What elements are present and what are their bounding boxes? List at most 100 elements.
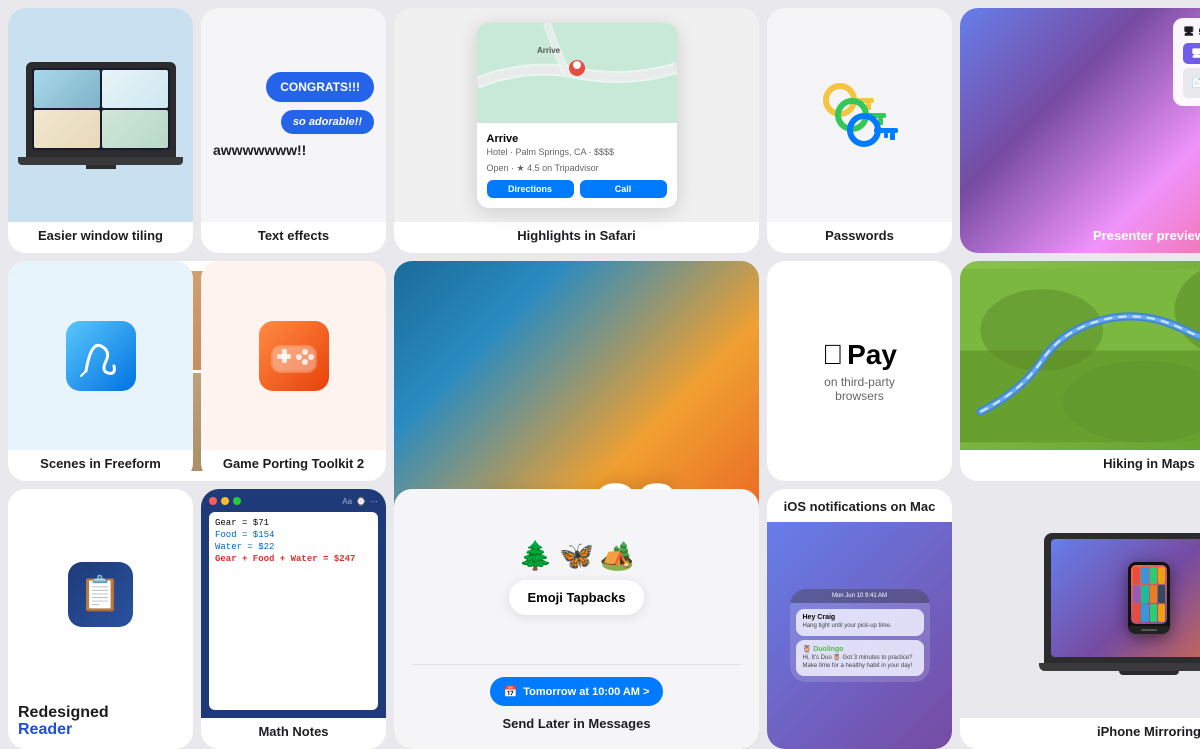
app-icon-8 bbox=[1158, 585, 1165, 603]
card-reader: 📋 Redesigned Reader bbox=[8, 489, 193, 749]
reader-label-reader: Reader bbox=[18, 721, 109, 739]
tree-emoji: 🌲 bbox=[518, 539, 553, 572]
location-title: Arrive bbox=[487, 133, 667, 145]
presenter-preview: 🖥 50% 🖥 Share This Window 📄 Share All Pa… bbox=[960, 8, 1200, 222]
win-dot-red bbox=[209, 497, 217, 505]
safari-label: Highlights in Safari bbox=[509, 222, 643, 253]
send-later-label: Send Later in Messages bbox=[502, 714, 650, 737]
card-safari: Arrive Arrive Hotel · Palm Springs, CA ·… bbox=[394, 8, 759, 253]
freeform-icon-svg bbox=[66, 321, 136, 391]
laptop-illustration bbox=[18, 62, 183, 169]
iphone-mirroring-label: iPhone Mirroring bbox=[1089, 718, 1200, 749]
card-freeform: Scenes in Freeform bbox=[8, 261, 193, 481]
math-line-1: Gear = $71 bbox=[215, 518, 372, 528]
math-label: Math Notes bbox=[250, 718, 336, 749]
phone-screen-grid bbox=[1131, 565, 1167, 624]
hiking-preview bbox=[960, 261, 1200, 450]
butterfly-emoji: 🦋 bbox=[559, 539, 594, 572]
calendar-icon: 📅 bbox=[504, 685, 518, 698]
share-window-btn[interactable]: 🖥 Share This Window bbox=[1183, 43, 1200, 64]
notif1-title: Hey Craig bbox=[803, 614, 917, 621]
laptop2-frame bbox=[1044, 533, 1200, 663]
game-porting-label: Game Porting Toolkit 2 bbox=[215, 450, 372, 481]
card-game-porting: Game Porting Toolkit 2 bbox=[201, 261, 386, 481]
adorable-bubble: so adorable!! bbox=[281, 110, 374, 134]
laptop-notch bbox=[86, 165, 116, 169]
directions-btn[interactable]: Directions bbox=[487, 180, 574, 198]
math-line-3: Water = $22 bbox=[215, 542, 372, 552]
screen-tile-4 bbox=[102, 110, 168, 148]
app-icon-11 bbox=[1150, 604, 1157, 622]
share-icon: 🖥 bbox=[1191, 48, 1200, 59]
freeform-label: Scenes in Freeform bbox=[32, 450, 169, 481]
card-iphone-mirroring: iPhone Mirroring bbox=[960, 489, 1200, 749]
tomorrow-btn[interactable]: 📅 Tomorrow at 10:00 AM > bbox=[490, 677, 664, 706]
safari-btn-row: Directions Call bbox=[487, 180, 667, 198]
ios-notif-header-label: iOS notifications on Mac bbox=[776, 489, 944, 522]
safari-info: Arrive Hotel · Palm Springs, CA · $$$$ O… bbox=[477, 123, 677, 208]
notif1-body: Hang tight until your pick-up time. bbox=[803, 623, 917, 631]
laptop2-notch bbox=[1119, 671, 1179, 675]
emoji-content: 🌲 🦋 🏕️ Emoji Tapbacks bbox=[497, 489, 655, 664]
send-later-content: 📅 Tomorrow at 10:00 AM > Send Later in M… bbox=[478, 665, 676, 749]
card-emoji-sendlater: 🌲 🦋 🏕️ Emoji Tapbacks 📅 Tomorrow at 10:0… bbox=[394, 489, 759, 749]
ios-notif-1: Hey Craig Hang tight until your pick-up … bbox=[796, 609, 924, 636]
math-line-2: Food = $154 bbox=[215, 530, 372, 540]
tiling-label: Easier window tiling bbox=[30, 222, 171, 253]
win-dot-yellow bbox=[221, 497, 229, 505]
laptop-phone-setup bbox=[1039, 533, 1200, 675]
passwords-label: Passwords bbox=[817, 222, 902, 253]
card-presenter: 🖥 50% 🖥 Share This Window 📄 Share All Pa… bbox=[960, 8, 1200, 253]
apple-icon:  bbox=[822, 339, 843, 371]
congrats-bubble: CONGRATS!!! bbox=[266, 72, 374, 102]
tent-emoji: 🏕️ bbox=[600, 539, 635, 572]
laptop-base bbox=[18, 157, 183, 165]
screen-tile-3 bbox=[34, 110, 100, 148]
app-icon-2 bbox=[1141, 567, 1148, 585]
card-applepay:  Pay on third-partybrowsers bbox=[767, 261, 952, 481]
ios-notif-2: 🦉 Duolingo Hi, It's Duo 🦉 Got 3 minutes … bbox=[796, 640, 924, 676]
applepay-content:  Pay on third-partybrowsers bbox=[767, 261, 952, 481]
ios-status-bar: Mon Jun 10 9:41 AM bbox=[790, 589, 930, 603]
app-icon-4 bbox=[1158, 567, 1165, 585]
game-porting-preview bbox=[201, 261, 386, 450]
share-all-btn[interactable]: 📄 Share All Pages Windows bbox=[1183, 68, 1200, 98]
laptop2-screen bbox=[1051, 539, 1200, 657]
app-icon-5 bbox=[1133, 585, 1140, 603]
awww-text: awwwwwww!! bbox=[213, 142, 306, 158]
safari-preview: Arrive Arrive Hotel · Palm Springs, CA ·… bbox=[394, 8, 759, 222]
map-svg: Arrive bbox=[477, 23, 677, 123]
presenter-icon: 🖥 bbox=[1183, 26, 1194, 37]
card-tiling: Easier window tiling bbox=[8, 8, 193, 253]
safari-map: Arrive bbox=[477, 23, 677, 123]
app-icon-1 bbox=[1133, 567, 1140, 585]
ios-phone-frame: Mon Jun 10 9:41 AM Hey Craig Hang tight … bbox=[790, 589, 930, 681]
presenter-label: Presenter preview bbox=[1085, 222, 1200, 253]
math-preview: Aa⌚⋯ Gear = $71 Food = $154 Water = $22 … bbox=[201, 489, 386, 718]
ios-notif-list: Hey Craig Hang tight until your pick-up … bbox=[790, 603, 930, 681]
share-all-icon: 📄 bbox=[1191, 78, 1200, 89]
win-dot-green bbox=[233, 497, 241, 505]
presenter-popup: 🖥 50% 🖥 Share This Window 📄 Share All Pa… bbox=[1173, 18, 1200, 106]
passwords-preview bbox=[767, 8, 952, 222]
app-icon-6 bbox=[1141, 585, 1148, 603]
laptop2-base bbox=[1039, 663, 1200, 671]
game-porting-icon-svg bbox=[259, 321, 329, 391]
location-rating: Open · ★ 4.5 on Tripadvisor bbox=[487, 163, 667, 174]
math-window-bar: Aa⌚⋯ bbox=[209, 497, 378, 506]
text-effects-label: Text effects bbox=[250, 222, 337, 253]
card-math-notes: Aa⌚⋯ Gear = $71 Food = $154 Water = $22 … bbox=[201, 489, 386, 749]
card-passwords: Passwords bbox=[767, 8, 952, 253]
keys-svg bbox=[810, 65, 910, 165]
emoji-row: 🌲 🦋 🏕️ bbox=[518, 539, 635, 572]
screen-tile-2 bbox=[102, 70, 168, 108]
phone-home-bar bbox=[1128, 626, 1170, 634]
call-btn[interactable]: Call bbox=[580, 180, 667, 198]
laptop-screen bbox=[32, 68, 170, 150]
emoji-bubble: Emoji Tapbacks bbox=[509, 580, 643, 615]
app-icon-10 bbox=[1141, 604, 1148, 622]
presenter-popup-title: 🖥 50% bbox=[1183, 26, 1200, 37]
freeform-preview bbox=[8, 261, 193, 450]
applepay-logo:  Pay bbox=[822, 339, 897, 371]
card-ios-notifications: iOS notifications on Mac Mon Jun 10 9:41… bbox=[767, 489, 952, 749]
